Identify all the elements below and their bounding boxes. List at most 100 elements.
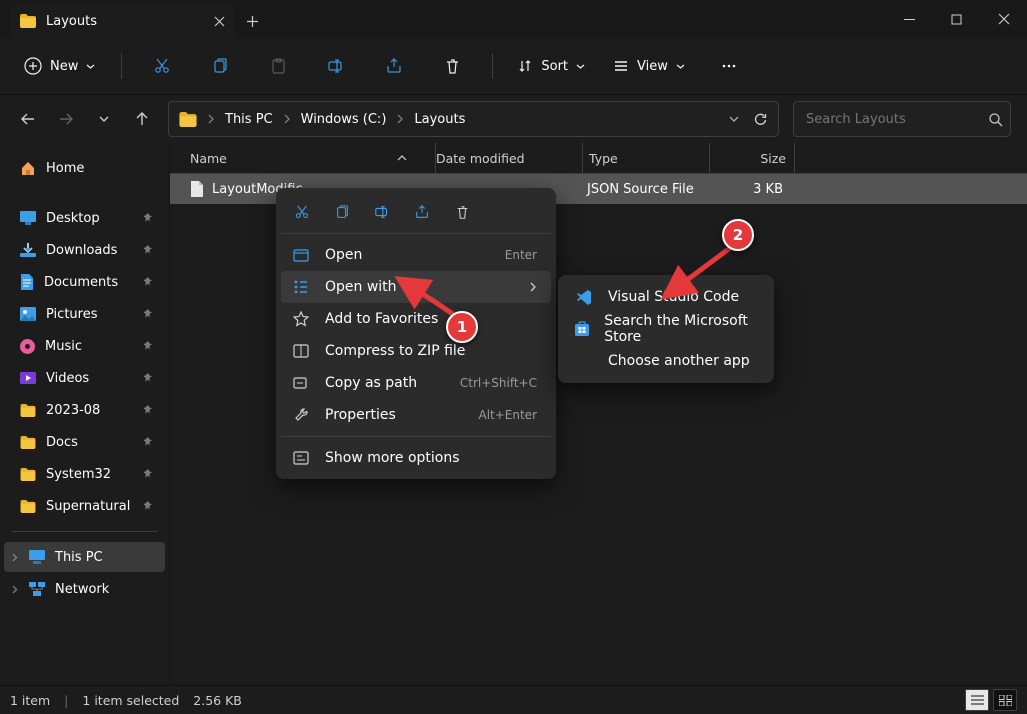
- submenu-store[interactable]: Search the Microsoft Store: [564, 313, 768, 345]
- search-input[interactable]: [804, 111, 978, 128]
- paste-button[interactable]: [252, 48, 304, 84]
- delete-button[interactable]: [426, 48, 478, 84]
- minimize-button[interactable]: [886, 0, 933, 38]
- col-type[interactable]: Type: [583, 143, 710, 173]
- folder-icon: [20, 436, 36, 449]
- ctx-open-with[interactable]: Open with: [281, 271, 551, 303]
- chevron-right-icon: [10, 585, 19, 594]
- sidebar-label: Docs: [46, 435, 78, 450]
- sidebar-label: 2023-08: [46, 403, 100, 418]
- chevron-down-icon: [86, 62, 95, 71]
- sort-label: Sort: [541, 59, 568, 74]
- ctx-favorites[interactable]: Add to Favorites: [281, 303, 551, 335]
- history-button[interactable]: [92, 107, 116, 131]
- view-button[interactable]: View: [603, 48, 697, 84]
- chevron-right-icon: [529, 282, 537, 292]
- ctx-compress[interactable]: Compress to ZIP file: [281, 335, 551, 367]
- ctx-more-options[interactable]: Show more options: [281, 442, 551, 474]
- file-type: JSON Source File: [587, 182, 694, 197]
- up-button[interactable]: [130, 107, 154, 131]
- menu-shortcut: Ctrl+Shift+C: [460, 376, 537, 390]
- sort-asc-icon: [397, 154, 407, 162]
- col-label: Date modified: [436, 151, 525, 166]
- sidebar-desktop[interactable]: Desktop: [4, 203, 165, 233]
- sidebar-videos[interactable]: Videos: [4, 363, 165, 393]
- sidebar-this-pc[interactable]: This PC: [4, 542, 165, 572]
- maximize-button[interactable]: [933, 0, 980, 38]
- tab-layouts[interactable]: Layouts: [10, 4, 235, 38]
- annotation-badge-1: 1: [446, 311, 478, 343]
- sidebar-home[interactable]: Home: [4, 153, 165, 183]
- downloads-icon: [20, 243, 36, 257]
- context-menu: Open Enter Open with Add to Favorites Co…: [276, 188, 556, 479]
- ctx-delete-icon[interactable]: [445, 197, 479, 227]
- ctx-properties[interactable]: Properties Alt+Enter: [281, 399, 551, 431]
- sort-button[interactable]: Sort: [507, 48, 597, 84]
- refresh-button[interactable]: [753, 112, 768, 127]
- store-icon: [574, 321, 590, 337]
- col-label: Type: [589, 151, 618, 166]
- close-button[interactable]: [980, 0, 1027, 38]
- chevron-right-icon: [283, 114, 291, 124]
- pin-icon: [144, 213, 155, 224]
- sidebar-pictures[interactable]: Pictures: [4, 299, 165, 329]
- cut-button[interactable]: [136, 48, 188, 84]
- toolbar: New Sort View: [0, 38, 1027, 95]
- more-button[interactable]: [703, 48, 755, 84]
- breadcrumb-c-drive[interactable]: Windows (C:): [301, 112, 387, 127]
- breadcrumb-this-pc[interactable]: This PC: [225, 112, 273, 127]
- tab-close-icon[interactable]: [214, 16, 225, 27]
- pictures-icon: [20, 307, 36, 321]
- sidebar-folder-2023-08[interactable]: 2023-08: [4, 395, 165, 425]
- ctx-rename-icon[interactable]: [365, 197, 399, 227]
- chevron-down-icon: [676, 62, 685, 71]
- menu-label: Open: [325, 247, 362, 263]
- new-button[interactable]: New: [14, 48, 107, 84]
- sidebar-folder-docs[interactable]: Docs: [4, 427, 165, 457]
- ctx-copy-path[interactable]: Copy as path Ctrl+Shift+C: [281, 367, 551, 399]
- this-pc-icon: [29, 550, 45, 564]
- ctx-share-icon[interactable]: [405, 197, 439, 227]
- address-dropdown-icon[interactable]: [729, 114, 739, 124]
- back-button[interactable]: [16, 107, 40, 131]
- ctx-cut-icon[interactable]: [285, 197, 319, 227]
- share-button[interactable]: [368, 48, 420, 84]
- new-tab-button[interactable]: [235, 4, 269, 38]
- rename-button[interactable]: [310, 48, 362, 84]
- col-name[interactable]: Name: [190, 143, 436, 173]
- details-view-button[interactable]: [965, 689, 989, 711]
- sidebar-music[interactable]: Music: [4, 331, 165, 361]
- breadcrumb-layouts[interactable]: Layouts: [414, 112, 465, 127]
- separator: [492, 53, 493, 79]
- sidebar-label: Pictures: [46, 307, 97, 322]
- sidebar-documents[interactable]: Documents: [4, 267, 165, 297]
- forward-button[interactable]: [54, 107, 78, 131]
- col-size[interactable]: Size: [710, 143, 795, 173]
- menu-label: Add to Favorites: [325, 311, 438, 327]
- zip-icon: [291, 344, 311, 358]
- sidebar-folder-system32[interactable]: System32: [4, 459, 165, 489]
- sidebar: Home Desktop Downloads Documents Picture…: [0, 143, 170, 687]
- ctx-open[interactable]: Open Enter: [281, 239, 551, 271]
- ctx-copy-icon[interactable]: [325, 197, 359, 227]
- navigation-row: This PC Windows (C:) Layouts: [0, 95, 1027, 143]
- pin-icon: [144, 309, 155, 320]
- sidebar-downloads[interactable]: Downloads: [4, 235, 165, 265]
- address-bar[interactable]: This PC Windows (C:) Layouts: [168, 101, 779, 137]
- col-label: Size: [760, 151, 786, 166]
- documents-icon: [20, 274, 34, 290]
- status-separator: |: [64, 693, 68, 708]
- copy-button[interactable]: [194, 48, 246, 84]
- submenu-choose[interactable]: Choose another app: [564, 345, 768, 377]
- sidebar-network[interactable]: Network: [4, 574, 165, 604]
- new-label: New: [50, 59, 78, 74]
- properties-icon: [291, 407, 311, 423]
- submenu-vscode[interactable]: Visual Studio Code: [564, 281, 768, 313]
- col-date[interactable]: Date modified: [436, 143, 583, 173]
- sidebar-folder-supernatural[interactable]: Supernatural Sea: [4, 491, 165, 521]
- sidebar-label: Supernatural Sea: [46, 499, 134, 514]
- icons-view-button[interactable]: [993, 689, 1017, 711]
- menu-label: Properties: [325, 407, 396, 423]
- window-controls: [886, 0, 1027, 38]
- search-box[interactable]: [793, 101, 1011, 137]
